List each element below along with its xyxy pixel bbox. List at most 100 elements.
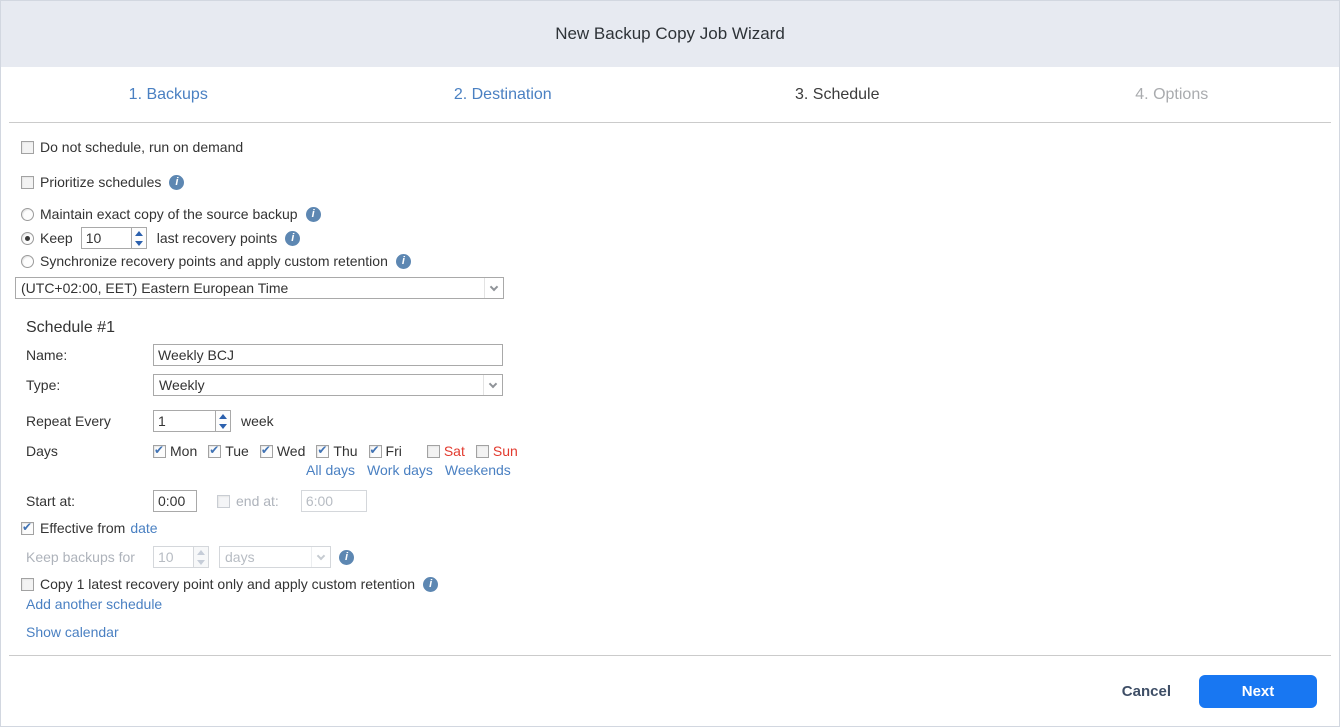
keep-points-radio[interactable]: [21, 231, 34, 245]
synchronize-label: Synchronize recovery points and apply cu…: [40, 253, 388, 269]
start-row: Start at: end at:: [26, 490, 1339, 512]
day-sun-label: Sun: [492, 443, 518, 459]
chevron-down-icon[interactable]: [483, 375, 502, 395]
spinner-up-icon: [194, 547, 208, 557]
tab-destination[interactable]: 2. Destination: [336, 67, 671, 122]
day-fri-label: Fri: [385, 443, 402, 459]
spinner-up-icon[interactable]: [132, 228, 146, 238]
add-schedule-row: Add another schedule: [26, 595, 1339, 613]
day-sat: Sat: [426, 443, 465, 459]
retention-sync-row: Synchronize recovery points and apply cu…: [21, 251, 1339, 271]
keep-points-input[interactable]: [80, 227, 131, 249]
tab-backups[interactable]: 1. Backups: [1, 67, 336, 122]
cancel-button[interactable]: Cancel: [1122, 683, 1171, 700]
spinner-down-icon: [194, 557, 208, 567]
effective-date-link[interactable]: date: [130, 520, 157, 536]
show-calendar-row: Show calendar: [26, 623, 1339, 641]
spinner-down-icon[interactable]: [132, 238, 146, 248]
end-time-input: [300, 490, 367, 512]
day-fri-checkbox[interactable]: [368, 443, 382, 458]
chevron-down-icon: [311, 547, 330, 567]
all-days-link[interactable]: All days: [306, 462, 355, 478]
day-sun: Sun: [475, 443, 518, 459]
spinner-down-icon[interactable]: [216, 421, 230, 431]
type-row: Type: Weekly: [26, 374, 1339, 396]
end-at-label: end at:: [236, 493, 279, 509]
effective-from-checkbox[interactable]: [21, 520, 34, 535]
day-thu-label: Thu: [333, 443, 358, 459]
spinner-arrows[interactable]: [130, 227, 147, 249]
day-preset-links: All days Work days Weekends: [306, 461, 1339, 479]
info-icon[interactable]: [339, 549, 354, 565]
start-time-input[interactable]: [153, 490, 197, 512]
retention-maintain-row: Maintain exact copy of the source backup: [21, 204, 1339, 224]
next-button[interactable]: Next: [1199, 675, 1317, 708]
day-tue: Tue: [208, 443, 249, 459]
maintain-copy-radio[interactable]: [21, 207, 34, 221]
keep-backups-row: Keep backups for days: [26, 546, 1339, 568]
day-thu-checkbox[interactable]: [316, 443, 330, 458]
day-sun-checkbox[interactable]: [475, 444, 489, 458]
repeat-spinner: [153, 410, 231, 432]
end-at-checkbox[interactable]: [217, 494, 230, 508]
effective-from-label: Effective from: [40, 520, 126, 536]
spinner-up-icon[interactable]: [216, 411, 230, 421]
day-thu: Thu: [316, 443, 358, 459]
timezone-value: (UTC+02:00, EET) Eastern European Time: [21, 280, 289, 296]
info-icon[interactable]: [395, 253, 411, 269]
day-fri: Fri: [368, 443, 402, 459]
copy-latest-checkbox[interactable]: [21, 577, 34, 591]
prioritize-label: Prioritize schedules: [40, 174, 162, 190]
backup-copy-job-wizard: New Backup Copy Job Wizard 1. Backups 2.…: [0, 0, 1340, 727]
run-on-demand-label: Do not schedule, run on demand: [40, 139, 244, 155]
schedule-step-body: Do not schedule, run on demand Prioritiz…: [1, 123, 1339, 655]
show-calendar-link[interactable]: Show calendar: [26, 624, 119, 640]
info-icon[interactable]: [169, 174, 185, 190]
work-days-link[interactable]: Work days: [367, 462, 433, 478]
schedule-type-select[interactable]: Weekly: [153, 374, 503, 396]
type-label: Type:: [26, 377, 61, 393]
day-tue-label: Tue: [225, 443, 249, 459]
footer: Cancel Next: [1, 656, 1339, 726]
keep-points-spinner: [80, 227, 147, 249]
maintain-copy-label: Maintain exact copy of the source backup: [40, 206, 298, 222]
prioritize-row: Prioritize schedules: [21, 172, 1339, 192]
repeat-label: Repeat Every: [26, 413, 111, 429]
wizard-steps: 1. Backups 2. Destination 3. Schedule 4.…: [1, 67, 1339, 122]
info-icon[interactable]: [305, 206, 321, 222]
retention-keep-row: Keep last recovery points: [21, 227, 1339, 249]
keep-unit-select: days: [219, 546, 331, 568]
tab-schedule[interactable]: 3. Schedule: [670, 67, 1005, 122]
info-icon[interactable]: [285, 230, 301, 246]
info-icon[interactable]: [423, 576, 439, 592]
day-mon-label: Mon: [170, 443, 198, 459]
chevron-down-icon[interactable]: [484, 278, 503, 298]
day-wed-label: Wed: [276, 443, 306, 459]
run-on-demand-row: Do not schedule, run on demand: [21, 137, 1339, 157]
keep-backups-input: [153, 546, 193, 568]
day-mon-checkbox[interactable]: [153, 443, 166, 458]
run-on-demand-checkbox[interactable]: [21, 140, 34, 154]
days-label: Days: [26, 443, 58, 459]
schedule-name-input[interactable]: [153, 344, 503, 366]
copy-latest-label: Copy 1 latest recovery point only and ap…: [40, 576, 416, 592]
weekends-link[interactable]: Weekends: [445, 462, 511, 478]
keep-backups-label: Keep backups for: [26, 549, 135, 565]
repeat-input[interactable]: [153, 410, 215, 432]
prioritize-checkbox[interactable]: [21, 175, 34, 189]
keep-points-prefix: Keep: [40, 230, 73, 246]
synchronize-radio[interactable]: [21, 254, 34, 268]
effective-from-row: Effective from date: [21, 518, 1339, 538]
day-wed: Wed: [259, 443, 306, 459]
days-row: Days Mon Tue Wed Thu Fri: [26, 441, 1339, 461]
spinner-arrows[interactable]: [215, 410, 231, 432]
add-schedule-link[interactable]: Add another schedule: [26, 596, 162, 612]
timezone-select[interactable]: (UTC+02:00, EET) Eastern European Time: [15, 277, 504, 299]
day-sat-checkbox[interactable]: [426, 444, 440, 458]
name-label: Name:: [26, 347, 68, 363]
day-tue-checkbox[interactable]: [208, 443, 222, 458]
keep-points-suffix: last recovery points: [156, 230, 278, 246]
keep-backups-spinner: [153, 546, 209, 568]
page-title: New Backup Copy Job Wizard: [555, 24, 785, 43]
day-wed-checkbox[interactable]: [259, 443, 273, 458]
